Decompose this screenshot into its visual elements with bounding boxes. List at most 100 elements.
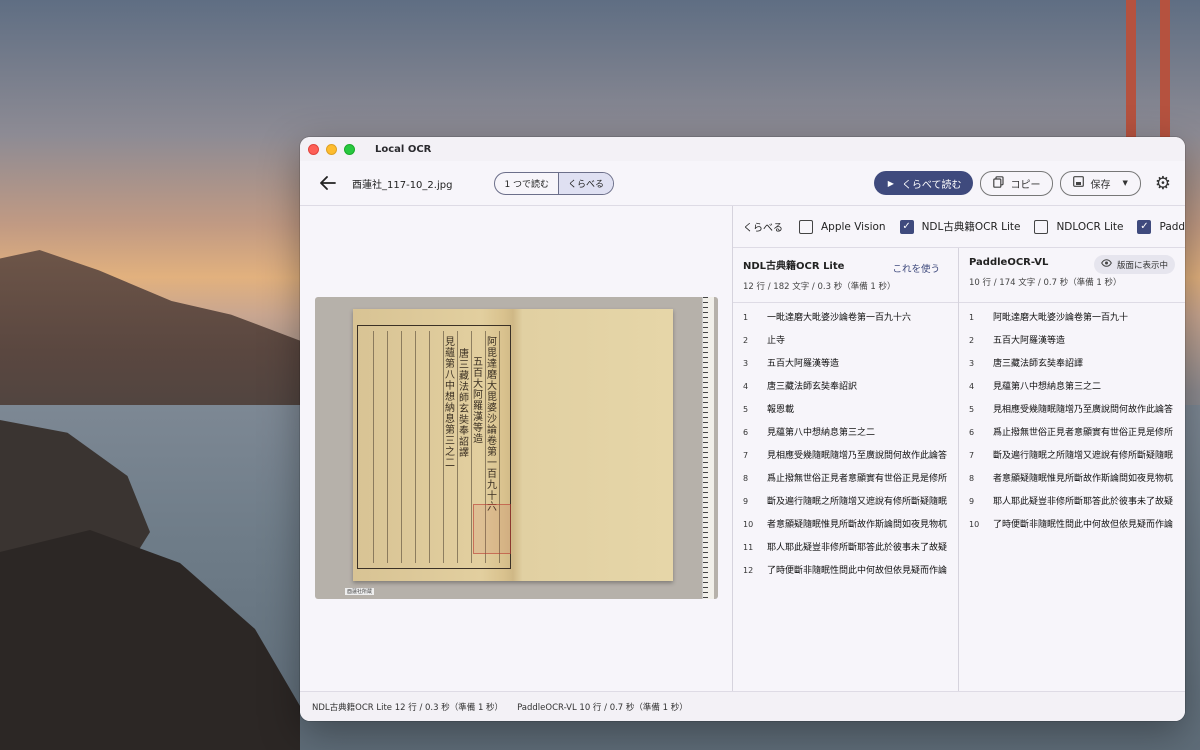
line-text: 了時便斷非隨眠性問此中何故但依見疑而作論 [993, 520, 1174, 530]
line-text: 耶人耶此疑豈非修所斷耶答此於彼事未了故疑 [767, 543, 948, 553]
ocr-line[interactable]: 9 斷及遍行隨眠之所隨增又遮說有修所斷疑隨眠 [733, 495, 958, 509]
line-number: 5 [969, 405, 975, 414]
line-text: 了時便斷非隨眠性問此中何故但依見疑而作論 [767, 566, 948, 576]
ocr-line[interactable]: 7 見相應受幾隨眠隨增乃至廣說問何故作此論答 [733, 449, 958, 463]
ocr-line[interactable]: 10 者意顯疑隨眠惟見所斷故作斯論問如夜見物杌 [733, 518, 958, 532]
scan-text-column: 五百大阿羅漢等造 [473, 357, 483, 445]
ocr-line[interactable]: 10 了時便斷非隨眠性問此中何故但依見疑而作論 [959, 518, 1185, 532]
result-stats: 12 行 / 182 文字 / 0.3 秒（準備 1 秒） [743, 282, 896, 292]
copy-label: コピー [1010, 179, 1041, 191]
line-text: 止寺 [767, 336, 786, 346]
line-number: 1 [743, 313, 749, 322]
ocr-line[interactable]: 3 五百大阿羅漢等造 [733, 357, 958, 371]
scanned-document-image[interactable]: 阿毘達磨大毘婆沙論卷第一百九十六 五百大阿羅漢等造 唐三藏法師玄奘奉詔譯 見蘊第… [315, 297, 718, 599]
line-number: 2 [969, 336, 975, 345]
maximize-window-button[interactable] [344, 143, 355, 155]
scan-caption: 酉蓮社所蔵 [345, 588, 375, 595]
engine-name: NDL古典籍OCR Lite [921, 221, 1021, 233]
ocr-line[interactable]: 5 報恩載 [733, 403, 958, 417]
mode-segmented-control: 1 つで読む くらべる [494, 171, 615, 195]
checkbox-unchecked-icon [1034, 219, 1049, 234]
checkbox-unchecked-icon [799, 219, 813, 234]
save-button[interactable]: 保存 ▼ [1060, 170, 1141, 196]
ocr-line[interactable]: 5 見相應受幾隨眠隨增乃至廣說問何故作此論答 [959, 403, 1185, 417]
line-text: 爲止撥無世俗正見者意顯實有世俗正見是修所 [993, 428, 1174, 438]
file-name: 酉蓮社_117-10_2.jpg [352, 179, 453, 191]
line-number: 3 [969, 359, 975, 368]
line-number: 4 [743, 382, 749, 391]
line-number: 10 [743, 520, 754, 529]
line-text: 報恩載 [767, 405, 795, 415]
line-text: 斷及遍行隨眠之所隨增又遮說有修所斷疑隨眠 [993, 451, 1174, 461]
close-window-button[interactable] [308, 143, 319, 155]
ocr-line[interactable]: 3 唐三藏法師玄奘奉詔譯 [959, 357, 1185, 371]
minimize-window-button[interactable] [326, 143, 337, 155]
line-text: 者意顯疑隨眠惟見所斷故作斯論問如夜見物杌 [767, 520, 948, 530]
line-number: 7 [743, 451, 749, 460]
line-text: 見相應受幾隨眠隨增乃至廣說問何故作此論答 [993, 405, 1174, 415]
mode-single-button[interactable]: 1 つで読む [495, 173, 558, 194]
ocr-line[interactable]: 8 爲止撥無世俗正見者意顯實有世俗正見是修所 [733, 472, 958, 486]
line-text: 一毗達磨大毗婆沙論卷第一百九十六 [767, 313, 912, 323]
compare-pane: くらべる Apple Vision ✓ NDL古典籍OCR Lite NDLOC… [733, 206, 1185, 691]
scan-text-column: 見蘊第八中想納息第三之二 [445, 337, 455, 469]
line-text: 五百大阿羅漢等造 [993, 336, 1066, 346]
copy-button[interactable]: コピー [980, 170, 1054, 196]
ocr-line[interactable]: 6 爲止撥無世俗正見者意顯實有世俗正見是修所 [959, 426, 1185, 440]
line-text: 見蘊第八中想納息第三之二 [993, 382, 1102, 392]
ocr-line[interactable]: 4 見蘊第八中想納息第三之二 [959, 380, 1185, 394]
line-text: 見蘊第八中想納息第三之二 [767, 428, 876, 438]
scan-text-column: 唐三藏法師玄奘奉詔譯 [459, 349, 469, 459]
line-number: 6 [969, 428, 975, 437]
compare-read-button[interactable]: ▶ くらべて読む [873, 171, 974, 195]
ocr-line[interactable]: 4 唐三藏法師玄奘奉詔訳 [733, 380, 958, 394]
window-title: Local OCR [375, 143, 432, 155]
shown-on-layout-badge[interactable]: 版面に表示中 [1093, 255, 1175, 274]
engine-checkbox-apple-vision[interactable]: Apple Vision [799, 219, 886, 234]
shown-on-layout-label: 版面に表示中 [1116, 260, 1168, 271]
ocr-line[interactable]: 9 耶人耶此疑豈非修所斷耶答此於彼事未了故疑 [959, 495, 1185, 509]
ocr-line[interactable]: 2 止寺 [733, 334, 958, 348]
engine-selector: くらべる Apple Vision ✓ NDL古典籍OCR Lite NDLOC… [733, 206, 1185, 248]
use-this-button[interactable]: これを使う [892, 261, 940, 275]
play-icon: ▶ [887, 178, 894, 188]
line-text: 阿毗達磨大毗婆沙論卷第一百九十 [993, 313, 1129, 323]
gear-icon[interactable]: ⚙ [1155, 173, 1171, 194]
engine-checkbox-ndl-koten[interactable]: ✓ NDL古典籍OCR Lite [899, 219, 1021, 234]
title-bar: Local OCR [300, 137, 1185, 161]
checkbox-checked-icon: ✓ [899, 219, 914, 234]
image-preview-pane: 阿毘達磨大毘婆沙論卷第一百九十六 五百大阿羅漢等造 唐三藏法師玄奘奉詔譯 見蘊第… [300, 206, 733, 691]
ocr-line[interactable]: 8 者意顯疑隨眠惟見所斷故作斯論問如夜見物杌 [959, 472, 1185, 486]
status-bar: NDL古典籍OCR Lite 12 行 / 0.3 秒（準備 1 秒） Padd… [300, 691, 1185, 721]
line-text: 斷及遍行隨眠之所隨增又遮說有修所斷疑隨眠 [767, 497, 948, 507]
save-label: 保存 [1090, 179, 1111, 191]
checkbox-checked-icon: ✓ [1137, 219, 1152, 234]
engine-name: PaddleOCR-VL [1159, 220, 1185, 233]
ocr-line[interactable]: 6 見蘊第八中想納息第三之二 [733, 426, 958, 440]
engine-checkbox-paddleocr[interactable]: ✓ PaddleOCR-VL [1137, 219, 1185, 234]
engine-checkbox-ndlocr-lite[interactable]: NDLOCR Lite [1034, 219, 1123, 234]
ocr-line[interactable]: 11 耶人耶此疑豈非修所斷耶答此於彼事未了故疑 [733, 541, 958, 555]
ocr-line[interactable]: 7 斷及遍行隨眠之所隨增又遮說有修所斷疑隨眠 [959, 449, 1185, 463]
line-number: 9 [969, 497, 975, 506]
save-icon [1073, 176, 1085, 190]
ocr-line[interactable]: 1 一毗達磨大毗婆沙論卷第一百九十六 [733, 311, 958, 325]
line-text: 見相應受幾隨眠隨增乃至廣說問何故作此論答 [767, 451, 948, 461]
result-column-ndl-koten: NDL古典籍OCR Lite 12 行 / 182 文字 / 0.3 秒（準備 … [733, 248, 959, 691]
ocr-line[interactable]: 1 阿毗達磨大毗婆沙論卷第一百九十 [959, 311, 1185, 325]
back-arrow-icon[interactable] [318, 173, 338, 193]
ocr-line[interactable]: 2 五百大阿羅漢等造 [959, 334, 1185, 348]
line-number: 7 [969, 451, 975, 460]
result-column-paddleocr: PaddleOCR-VL 10 行 / 174 文字 / 0.7 秒（準備 1 … [959, 248, 1185, 691]
line-number: 8 [969, 474, 975, 483]
status-left: NDL古典籍OCR Lite 12 行 / 0.3 秒（準備 1 秒） [312, 702, 504, 713]
result-stats: 10 行 / 174 文字 / 0.7 秒（準備 1 秒） [969, 278, 1122, 288]
scan-text-column: 阿毘達磨大毘婆沙論卷第一百九十六 [487, 337, 497, 513]
line-number: 2 [743, 336, 749, 345]
compare-read-label: くらべて読む [901, 179, 962, 191]
mode-compare-button[interactable]: くらべる [558, 172, 614, 194]
chevron-down-icon: ▼ [1122, 179, 1128, 187]
line-number: 12 [743, 566, 754, 575]
ocr-line[interactable]: 12 了時便斷非隨眠性問此中何故但依見疑而作論 [733, 564, 958, 578]
eye-icon [1101, 259, 1112, 270]
